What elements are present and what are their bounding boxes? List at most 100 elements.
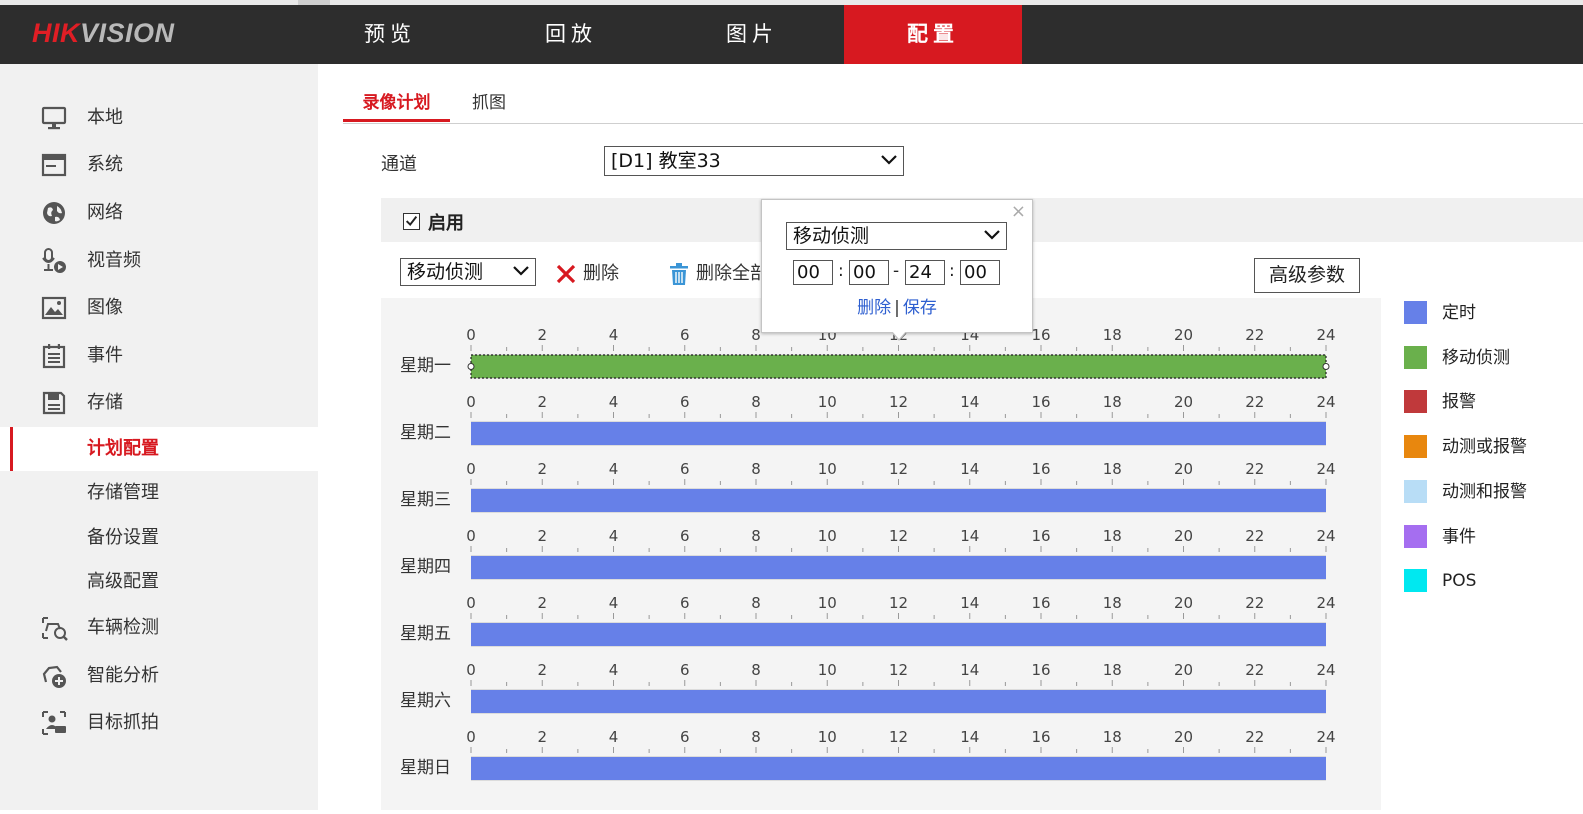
sidebar-item-label: 系统 <box>87 154 123 175</box>
hour-tick-label: 4 <box>609 393 619 411</box>
hour-tick-label: 10 <box>818 594 837 612</box>
sidebar-subitem-storage-management[interactable]: 存储管理 <box>0 471 318 515</box>
time-segment-popup: × 移动侦测 00 : 00 - 24 : 00 删除 | 保存 <box>761 199 1033 333</box>
popup-delete-link[interactable]: 删除 <box>857 298 891 318</box>
hour-tick-label: 0 <box>466 728 476 746</box>
day-label: 星期五 <box>400 624 451 644</box>
hour-tick-label: 10 <box>818 728 837 746</box>
sidebar: 本地 系统 网络 视音频 图像 事件 存储 计划配置 存储管理 备份设置 高级配… <box>0 64 318 810</box>
sidebar-item-image[interactable]: 图像 <box>0 286 318 330</box>
sidebar-item-storage[interactable]: 存储 <box>0 381 318 425</box>
sidebar-item-local[interactable]: 本地 <box>0 96 318 140</box>
hour-tick-label: 24 <box>1316 326 1335 344</box>
sidebar-item-network[interactable]: 网络 <box>0 191 318 235</box>
hour-tick-label: 8 <box>751 460 761 478</box>
hour-tick-label: 12 <box>889 594 908 612</box>
legend-swatch <box>1404 435 1427 459</box>
schedule-panel: 0 2 4 6 8 10 12 14 16 18 20 22 24 星期一 0 2 4 6 8 10 12 14 16 18 2… <box>381 298 1381 810</box>
sidebar-item-target-capture[interactable]: 目标抓拍 <box>0 701 318 745</box>
end-hour-input[interactable]: 24 <box>905 260 945 285</box>
hour-tick-label: 20 <box>1174 326 1193 344</box>
delete-button[interactable]: 删除 <box>555 258 635 290</box>
sidebar-item-label: 事件 <box>87 345 123 366</box>
enable-checkbox[interactable] <box>403 213 420 230</box>
hour-tick-label: 2 <box>537 594 547 612</box>
segment-end-handle[interactable] <box>1322 363 1330 370</box>
close-x-icon <box>556 264 576 284</box>
record-type-value: 移动侦测 <box>407 261 484 283</box>
hour-tick-label: 24 <box>1316 460 1335 478</box>
sidebar-subitem-label: 计划配置 <box>87 438 159 459</box>
sidebar-item-audio-video[interactable]: 视音频 <box>0 239 318 283</box>
tab-record-schedule[interactable]: 录像计划 <box>343 88 450 122</box>
sidebar-item-smart-analysis[interactable]: 智能分析 <box>0 654 318 698</box>
sidebar-subitem-backup-settings[interactable]: 备份设置 <box>0 516 318 560</box>
hour-tick-label: 4 <box>609 527 619 545</box>
end-minute-input[interactable]: 00 <box>960 260 1000 285</box>
schedule-segment[interactable] <box>470 354 1327 379</box>
start-minute-input[interactable]: 00 <box>849 260 889 285</box>
advanced-params-button[interactable]: 高级参数 <box>1254 258 1360 293</box>
hour-tick-label: 6 <box>680 393 690 411</box>
sidebar-item-label: 存储 <box>87 392 123 413</box>
schedule-segment[interactable] <box>471 757 1326 780</box>
popup-type-select[interactable]: 移动侦测 <box>786 222 1007 250</box>
nav-tab-preview[interactable]: 预览 <box>301 5 479 64</box>
sidebar-item-event[interactable]: 事件 <box>0 334 318 378</box>
close-icon[interactable]: × <box>1011 201 1026 222</box>
schedule-segment[interactable] <box>471 489 1326 512</box>
nav-tab-picture[interactable]: 图片 <box>663 5 841 64</box>
hour-tick-label: 22 <box>1245 594 1264 612</box>
hour-tick-label: 4 <box>609 728 619 746</box>
hour-tick-label: 4 <box>609 326 619 344</box>
tab-capture[interactable]: 抓图 <box>472 88 506 122</box>
channel-select[interactable]: [D1] 教室33 <box>604 146 904 176</box>
sidebar-item-vehicle-detection[interactable]: 车辆检测 <box>0 606 318 650</box>
sidebar-item-label: 网络 <box>87 202 123 223</box>
event-list-icon <box>42 344 66 369</box>
system-window-icon <box>41 153 67 177</box>
nav-tab-playback[interactable]: 回放 <box>482 5 660 64</box>
hour-tick-label: 14 <box>960 393 979 411</box>
hour-tick-label: 16 <box>1031 594 1050 612</box>
day-label: 星期三 <box>400 490 451 510</box>
sidebar-subitem-schedule-config[interactable]: 计划配置 <box>0 427 318 471</box>
sidebar-item-system[interactable]: 系统 <box>0 143 318 187</box>
chevron-down-icon <box>513 266 529 276</box>
hour-tick-label: 14 <box>960 527 979 545</box>
audio-video-icon <box>42 248 66 273</box>
hour-tick-label: 14 <box>960 594 979 612</box>
hour-tick-label: 2 <box>537 460 547 478</box>
hour-tick-label: 16 <box>1031 728 1050 746</box>
hour-tick-label: 12 <box>889 393 908 411</box>
schedule-segment[interactable] <box>471 690 1326 713</box>
schedule-segment[interactable] <box>471 623 1326 646</box>
globe-icon <box>43 202 65 224</box>
popup-save-link[interactable]: 保存 <box>903 298 937 318</box>
sidebar-item-label: 智能分析 <box>87 665 159 686</box>
hour-tick-label: 14 <box>960 728 979 746</box>
schedule-segment[interactable] <box>471 556 1326 579</box>
hikvision-logo: HIKVISION <box>32 18 175 48</box>
legend-label: 移动侦测 <box>1442 347 1510 368</box>
nav-tab-configuration[interactable]: 配置 <box>844 5 1022 64</box>
record-type-select[interactable]: 移动侦测 <box>400 258 536 286</box>
chevron-down-icon <box>881 155 897 165</box>
schedule-segment[interactable] <box>471 422 1326 445</box>
hour-tick-label: 6 <box>680 527 690 545</box>
hour-tick-label: 24 <box>1316 393 1335 411</box>
hour-tick-label: 18 <box>1103 661 1122 679</box>
legend-swatch <box>1404 569 1427 593</box>
sidebar-subitem-advanced-config[interactable]: 高级配置 <box>0 560 318 604</box>
hour-tick-label: 20 <box>1174 594 1193 612</box>
segment-start-handle[interactable] <box>467 363 475 370</box>
checkmark-icon <box>405 216 418 227</box>
target-capture-icon <box>42 711 66 735</box>
start-hour-input[interactable]: 00 <box>793 260 833 285</box>
hour-tick-label: 8 <box>751 594 761 612</box>
subtab-divider <box>343 123 1583 124</box>
hour-tick-label: 18 <box>1103 594 1122 612</box>
hour-tick-label: 20 <box>1174 527 1193 545</box>
delete-all-button[interactable]: 删除全部 <box>668 258 762 290</box>
hour-tick-label: 16 <box>1031 661 1050 679</box>
